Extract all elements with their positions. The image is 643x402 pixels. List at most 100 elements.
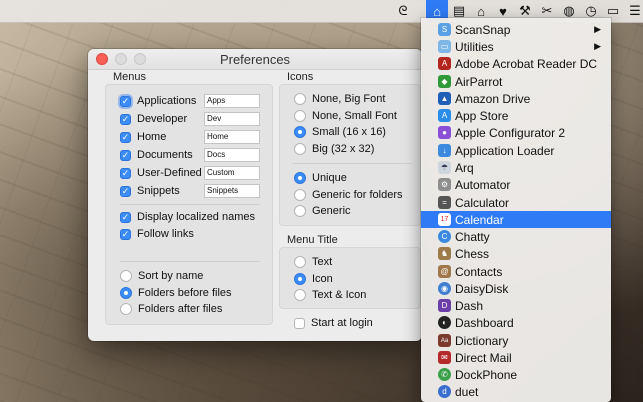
menu-item-chess[interactable]: ♞ Chess: [421, 245, 611, 262]
radio-button[interactable]: [294, 172, 306, 184]
chatty-icon: C: [438, 230, 451, 243]
menu-item-arq[interactable]: ☂ Arq: [421, 159, 611, 176]
menu-option-documents[interactable]: ✓ Documents: [120, 147, 193, 163]
menu-item-label: Direct Mail: [455, 350, 512, 365]
menu-item-utilities[interactable]: ▭ Utilities ▶: [421, 38, 611, 55]
radio-button[interactable]: [294, 273, 306, 285]
menu-item-apple-configurator[interactable]: ● Apple Configurator 2: [421, 124, 611, 141]
menu-item-contacts[interactable]: @ Contacts: [421, 263, 611, 280]
menu-item-automator[interactable]: ⚙ Automator: [421, 176, 611, 193]
radio-button[interactable]: [294, 189, 306, 201]
menu-item-label: App Store: [455, 108, 509, 123]
option-label: None, Small Font: [312, 110, 397, 122]
menu-item-application-loader[interactable]: ↓ Application Loader: [421, 142, 611, 159]
developer-title-field[interactable]: Dev: [204, 112, 260, 126]
radio-button[interactable]: [294, 143, 306, 155]
radio-button[interactable]: [294, 126, 306, 138]
checkbox[interactable]: ✓: [120, 131, 131, 143]
sort-by-name-option[interactable]: Sort by name: [120, 268, 203, 284]
dockphone-icon: ✆: [438, 368, 451, 381]
icon-style-unique[interactable]: Unique: [294, 170, 347, 186]
menu-item-calendar[interactable]: 17 Calendar: [421, 211, 611, 228]
icon-style-generic[interactable]: Generic: [294, 203, 351, 219]
menu-item-duet[interactable]: d duet: [421, 383, 611, 400]
icon-size-none-small-font[interactable]: None, Small Font: [294, 108, 397, 124]
menu-title-icon-option[interactable]: Icon: [294, 271, 333, 287]
menu-option-developer[interactable]: ✓ Developer: [120, 111, 187, 127]
checkbox[interactable]: ✓: [120, 228, 131, 240]
window-title: Preferences: [219, 52, 291, 67]
list-icon[interactable]: ☰: [624, 0, 643, 22]
menu-item-chatty[interactable]: C Chatty: [421, 228, 611, 245]
icon-style-generic-folders[interactable]: Generic for folders: [294, 187, 402, 203]
option-label: Home: [137, 131, 167, 143]
dash-icon: D: [438, 299, 451, 312]
menu-item-airparrot[interactable]: ◆ AirParrot: [421, 73, 611, 90]
radio-button[interactable]: [294, 256, 306, 268]
option-label: Generic: [312, 205, 351, 217]
radio-button[interactable]: [294, 289, 306, 301]
radio-button[interactable]: [294, 205, 306, 217]
radio-button[interactable]: [120, 270, 132, 282]
checkbox[interactable]: ✓: [120, 95, 131, 107]
folders-after-files-option[interactable]: Folders after files: [120, 301, 222, 317]
icon-size-none-big-font[interactable]: None, Big Font: [294, 91, 385, 107]
menu-option-user-defined[interactable]: ✓ User-Defined: [120, 165, 202, 181]
option-label: Small (16 x 16): [312, 126, 386, 138]
menu-item-dashboard[interactable]: ◐ Dashboard: [421, 314, 611, 331]
menu-item-label: Chatty: [455, 229, 490, 244]
radio-button[interactable]: [120, 303, 132, 315]
follow-links-option[interactable]: ✓ Follow links: [120, 226, 194, 242]
menu-item-app-store[interactable]: A App Store: [421, 107, 611, 124]
option-label: None, Big Font: [312, 93, 386, 105]
menu-option-snippets[interactable]: ✓ Snippets: [120, 183, 180, 199]
option-label: Snippets: [137, 185, 180, 197]
menu-title-text-option[interactable]: Text: [294, 254, 332, 270]
option-label: Big (32 x 32): [312, 143, 375, 155]
radio-button[interactable]: [294, 93, 306, 105]
menu-item-label: Calculator: [455, 195, 510, 210]
swirl-icon[interactable]: ᘓ: [392, 0, 414, 22]
menu-item-label: Utilities: [455, 39, 494, 54]
snippets-title-field[interactable]: Snippets: [204, 184, 260, 198]
radio-button[interactable]: [294, 110, 306, 122]
icon-size-big[interactable]: Big (32 x 32): [294, 141, 374, 157]
checkbox[interactable]: ✓: [120, 211, 131, 223]
checkbox[interactable]: ✓: [120, 113, 131, 125]
menu-item-adobe-acrobat[interactable]: A Adobe Acrobat Reader DC: [421, 55, 611, 72]
documents-title-field[interactable]: Docs: [204, 148, 260, 162]
menu-item-label: Arq: [455, 160, 474, 175]
airparrot-icon: ◆: [438, 75, 451, 88]
home-title-field[interactable]: Home: [204, 130, 260, 144]
option-label: Generic for folders: [312, 189, 403, 201]
menu-item-calculator[interactable]: = Calculator: [421, 194, 611, 211]
menu-option-home[interactable]: ✓ Home: [120, 129, 166, 145]
menu-item-scansnap[interactable]: S ScanSnap ▶: [421, 21, 611, 38]
menu-item-label: duet: [455, 384, 479, 399]
user-defined-title-field[interactable]: Custom: [204, 166, 260, 180]
amazon-drive-icon: ▲: [438, 92, 451, 105]
menu-item-dash[interactable]: D Dash: [421, 297, 611, 314]
automator-icon: ⚙: [438, 178, 451, 191]
checkbox[interactable]: ✓: [120, 167, 131, 179]
radio-button[interactable]: [120, 287, 132, 299]
icons-section-title: Icons: [287, 71, 314, 83]
checkbox[interactable]: [294, 317, 305, 329]
menu-option-applications[interactable]: ✓ Applications: [120, 93, 196, 109]
menu-item-dockphone[interactable]: ✆ DockPhone: [421, 366, 611, 383]
menu-item-dictionary[interactable]: Aa Dictionary: [421, 332, 611, 349]
display-localized-option[interactable]: ✓ Display localized names: [120, 209, 255, 225]
applications-title-field[interactable]: Apps: [204, 94, 260, 108]
acrobat-icon: A: [438, 57, 451, 70]
option-label: Sort by name: [138, 270, 204, 282]
checkbox[interactable]: ✓: [120, 185, 131, 197]
icon-size-small[interactable]: Small (16 x 16): [294, 124, 386, 140]
folders-before-files-option[interactable]: Folders before files: [120, 285, 232, 301]
checkbox[interactable]: ✓: [120, 149, 131, 161]
menu-title-text-icon-option[interactable]: Text & Icon: [294, 287, 366, 303]
menu-item-label: Dashboard: [455, 315, 514, 330]
menu-item-daisydisk[interactable]: ◉ DaisyDisk: [421, 280, 611, 297]
menu-item-direct-mail[interactable]: ✉ Direct Mail: [421, 349, 611, 366]
menu-item-amazon-drive[interactable]: ▲ Amazon Drive: [421, 90, 611, 107]
start-at-login-option[interactable]: Start at login: [294, 315, 373, 331]
